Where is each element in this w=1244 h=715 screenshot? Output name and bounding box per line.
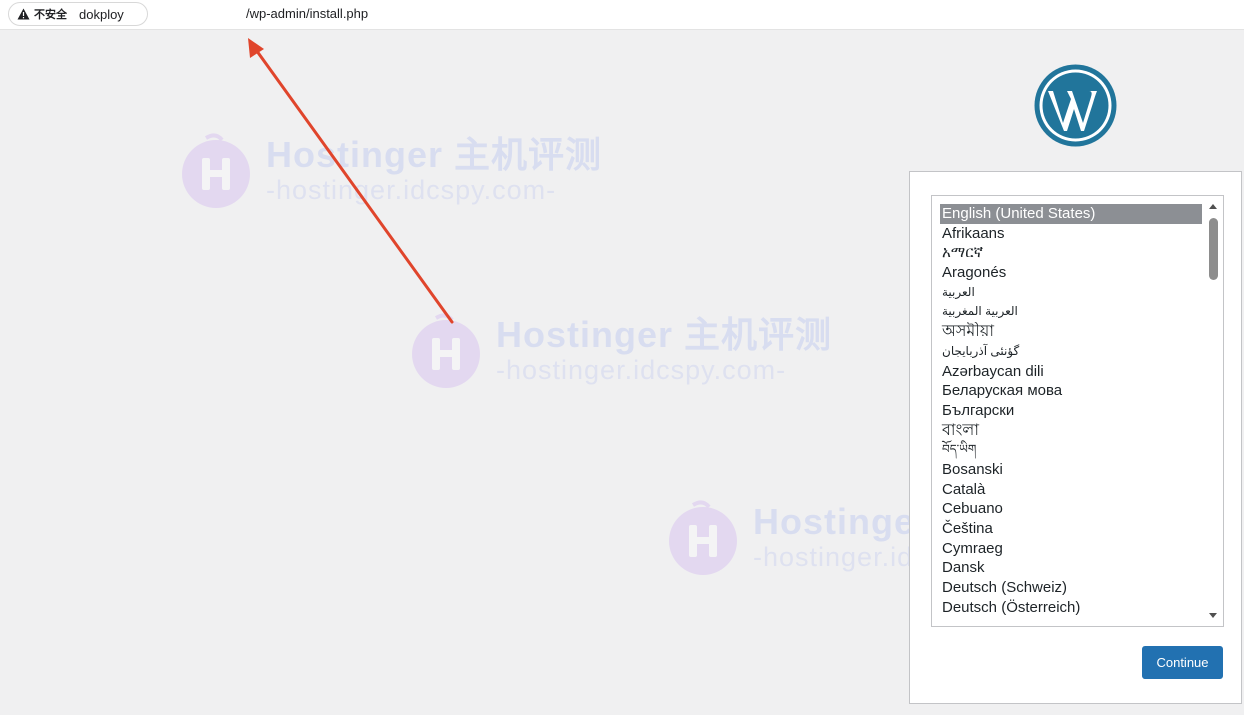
continue-button[interactable]: Continue — [1142, 646, 1223, 679]
language-option[interactable]: Čeština — [940, 519, 1202, 539]
language-option[interactable]: Cymraeg — [940, 539, 1202, 559]
url-path: /wp-admin/install.php — [246, 6, 369, 21]
language-option[interactable]: Cebuano — [940, 499, 1202, 519]
language-option[interactable]: English (United States) — [940, 204, 1202, 224]
scroll-thumb[interactable] — [1209, 218, 1218, 280]
security-chip[interactable]: 不安全 dokploy — [8, 2, 148, 26]
language-setup-form: English (United States) Afrikaans አማርኛ Arag… — [909, 171, 1242, 704]
language-option[interactable]: অসমীয়া — [940, 322, 1202, 342]
language-option[interactable]: Aragonés — [940, 263, 1202, 283]
warning-icon — [17, 8, 30, 20]
language-option[interactable]: Deutsch (Schweiz) — [940, 578, 1202, 598]
security-label: 不安全 — [34, 9, 67, 21]
language-option[interactable]: Azərbaycan dili — [940, 362, 1202, 382]
address-bar[interactable]: 不安全 dokploy /wp-admin/install.php — [0, 0, 1244, 30]
language-option[interactable]: Български — [940, 401, 1202, 421]
language-option[interactable]: العربية المغربية — [940, 302, 1202, 322]
watermark-title: Hostinger 主机评测 — [496, 314, 833, 355]
language-option[interactable]: العربية — [940, 283, 1202, 303]
scroll-down-arrow-icon[interactable] — [1209, 613, 1217, 618]
language-option[interactable]: Dansk — [940, 558, 1202, 578]
language-option[interactable]: Bosanski — [940, 460, 1202, 480]
language-scrollbar[interactable] — [1204, 196, 1223, 626]
watermark: Hostinger 主机评测 -hostinger.idcspy.com- — [176, 130, 602, 210]
language-list: English (United States) Afrikaans አማርኛ Arag… — [940, 204, 1202, 617]
language-option[interactable]: አማርኛ — [940, 243, 1202, 263]
language-option[interactable]: Català — [940, 480, 1202, 500]
language-option[interactable]: বাংলা — [940, 421, 1202, 441]
watermark-title: Hostinger 主机评测 — [266, 134, 603, 175]
url-host: dokploy — [79, 6, 124, 22]
hostinger-logo-icon — [669, 500, 737, 575]
watermark-subtitle: -hostinger.idcspy.com- — [496, 355, 787, 385]
language-option[interactable]: Беларуская мова — [940, 381, 1202, 401]
language-select[interactable]: English (United States) Afrikaans አማርኛ Arag… — [931, 195, 1224, 627]
scroll-up-arrow-icon[interactable] — [1209, 204, 1217, 209]
hostinger-logo-icon — [412, 313, 480, 388]
language-option[interactable]: Afrikaans — [940, 224, 1202, 244]
watermark-subtitle: -hostinger.idcspy.com- — [266, 175, 557, 205]
language-option[interactable]: བོད་ཡིག — [940, 440, 1202, 460]
language-option[interactable]: گؤنئی آذربایجان — [940, 342, 1202, 362]
hostinger-logo-icon — [182, 133, 250, 208]
watermark: Hostinger 主机评测 -hostinger.idcspy.com- — [406, 310, 832, 390]
language-option[interactable]: Deutsch (Österreich) — [940, 598, 1202, 618]
wordpress-logo-icon — [1034, 64, 1117, 147]
